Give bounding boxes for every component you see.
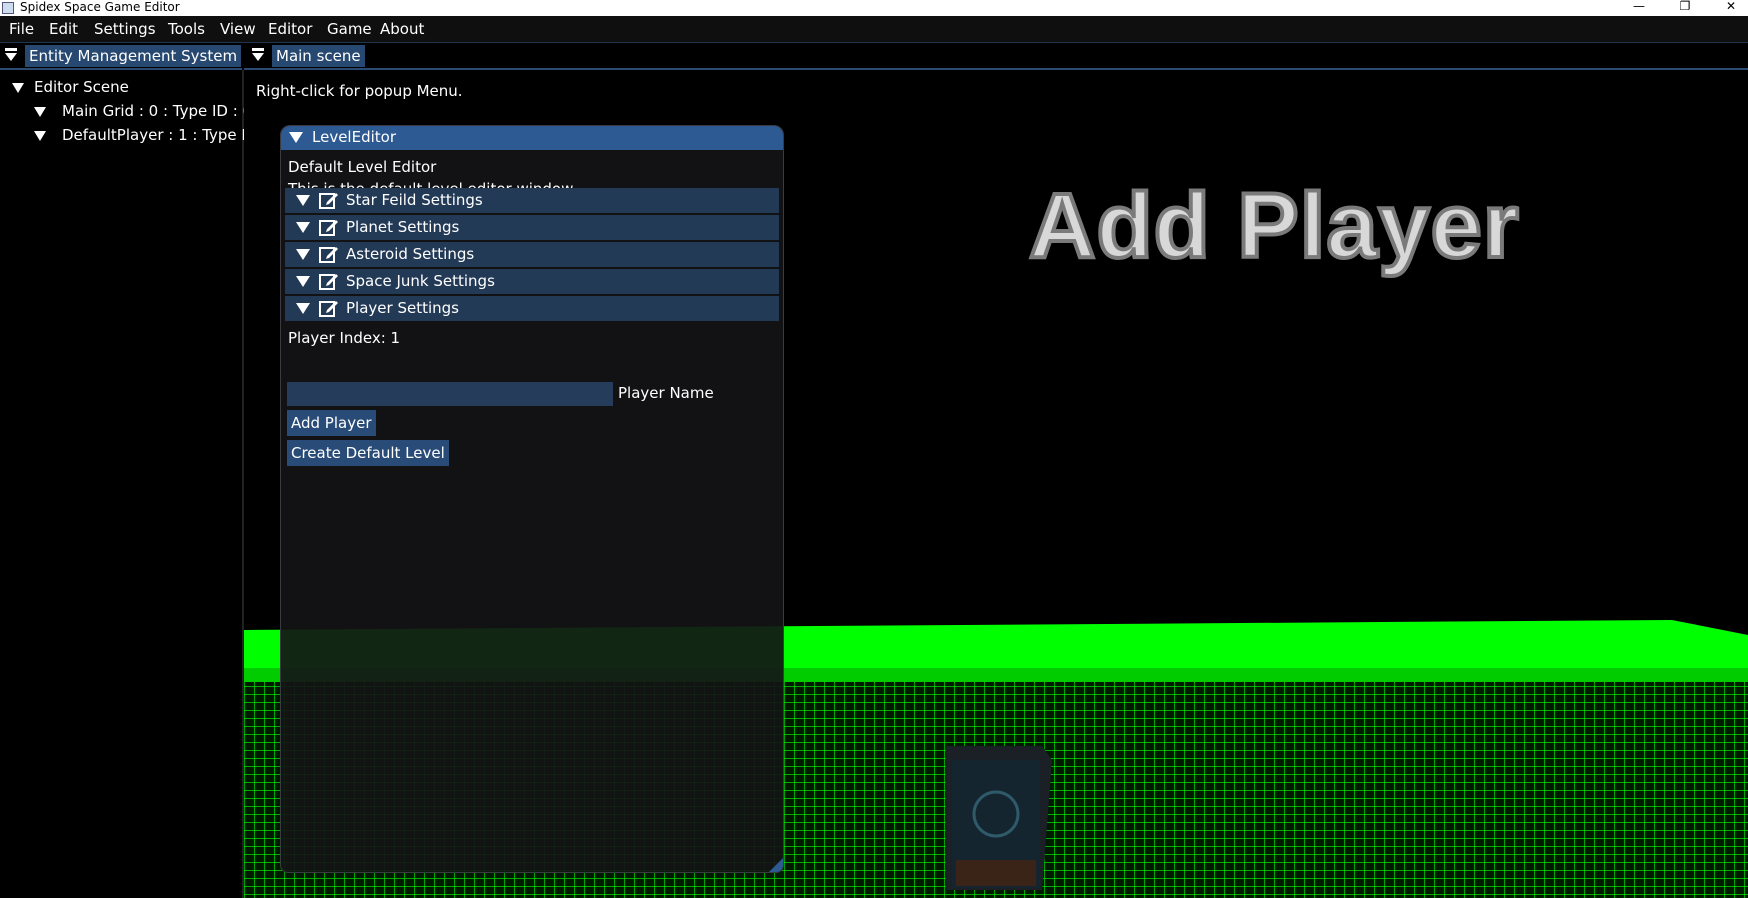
window-title: Spidex Space Game Editor: [20, 0, 180, 14]
player-name-input[interactable]: [287, 382, 613, 406]
add-player-button[interactable]: Add Player: [287, 410, 376, 436]
left-tab-strip: Entity Management System: [0, 43, 242, 70]
triangle-down-icon[interactable]: [12, 82, 24, 93]
collapse-icon[interactable]: [289, 132, 303, 143]
tab-entity-management[interactable]: Entity Management System: [25, 45, 242, 67]
main-tab-strip: Main scene: [244, 43, 1748, 70]
create-default-level-button[interactable]: Create Default Level: [287, 440, 449, 466]
window-menu-icon[interactable]: [251, 48, 265, 62]
close-button[interactable]: ✕: [1708, 0, 1748, 16]
add-player-overlay: Add Player: [1027, 173, 1521, 279]
window-menu-icon[interactable]: [4, 48, 18, 62]
edit-icon: [319, 301, 338, 317]
section-player-settings[interactable]: Player Settings: [285, 296, 779, 321]
resize-grip[interactable]: [769, 858, 783, 872]
level-editor-window[interactable]: LevelEditor Default Level Editor This is…: [280, 125, 784, 873]
section-label: Space Junk Settings: [346, 272, 495, 290]
section-label: Planet Settings: [346, 218, 460, 236]
triangle-down-icon[interactable]: [296, 195, 310, 206]
menu-file[interactable]: File: [9, 20, 34, 38]
triangle-down-icon[interactable]: [34, 106, 46, 117]
title-bar: Spidex Space Game Editor — ❐ ✕: [0, 0, 1748, 16]
level-editor-heading: Default Level Editor: [288, 158, 437, 176]
menu-tools[interactable]: Tools: [168, 20, 205, 38]
popup-hint: Right-click for popup Menu.: [256, 82, 463, 100]
tree-node-editor-scene[interactable]: Editor Scene: [12, 78, 129, 96]
menu-editor[interactable]: Editor: [268, 20, 312, 38]
triangle-down-icon[interactable]: [296, 249, 310, 260]
app-icon: [2, 2, 14, 14]
entity-tree-panel: Editor Scene Main Grid : 0 : Type ID : 0…: [0, 70, 257, 898]
tab-main-scene[interactable]: Main scene: [272, 45, 365, 67]
tree-node-label: DefaultPlayer : 1 : Type ID: [62, 126, 258, 144]
edit-icon: [319, 220, 338, 236]
tree-node-main-grid[interactable]: Main Grid : 0 : Type ID : 0: [34, 102, 252, 120]
triangle-down-icon[interactable]: [296, 276, 310, 287]
minimize-button[interactable]: —: [1616, 0, 1662, 16]
menu-about[interactable]: About: [380, 20, 424, 38]
player-ship[interactable]: [946, 746, 1052, 890]
section-space-junk-settings[interactable]: Space Junk Settings: [285, 269, 779, 294]
maximize-button[interactable]: ❐: [1662, 0, 1708, 16]
tree-node-label: Editor Scene: [34, 78, 129, 96]
edit-icon: [319, 247, 338, 263]
level-editor-title: LevelEditor: [312, 128, 396, 146]
triangle-down-icon[interactable]: [296, 222, 310, 233]
triangle-down-icon[interactable]: [34, 130, 46, 141]
menu-settings[interactable]: Settings: [94, 20, 156, 38]
edit-icon: [319, 193, 338, 209]
section-planet-settings[interactable]: Planet Settings: [285, 215, 779, 240]
section-label: Asteroid Settings: [346, 245, 475, 263]
section-star-field-settings[interactable]: Star Feild Settings: [285, 188, 779, 213]
player-name-label: Player Name: [618, 384, 714, 402]
player-index: Player Index: 1: [288, 329, 401, 347]
section-label: Player Settings: [346, 299, 459, 317]
level-editor-titlebar[interactable]: LevelEditor: [281, 126, 783, 150]
tree-node-label: Main Grid : 0 : Type ID : 0: [62, 102, 253, 120]
menu-game[interactable]: Game: [327, 20, 372, 38]
tree-node-default-player[interactable]: DefaultPlayer : 1 : Type ID: [34, 126, 257, 144]
section-label: Star Feild Settings: [346, 191, 483, 209]
section-asteroid-settings[interactable]: Asteroid Settings: [285, 242, 779, 267]
triangle-down-icon[interactable]: [296, 303, 310, 314]
menu-bar: File Edit Settings Tools View Editor Gam…: [0, 16, 1748, 43]
menu-view[interactable]: View: [220, 20, 256, 38]
edit-icon: [319, 274, 338, 290]
menu-edit[interactable]: Edit: [49, 20, 78, 38]
